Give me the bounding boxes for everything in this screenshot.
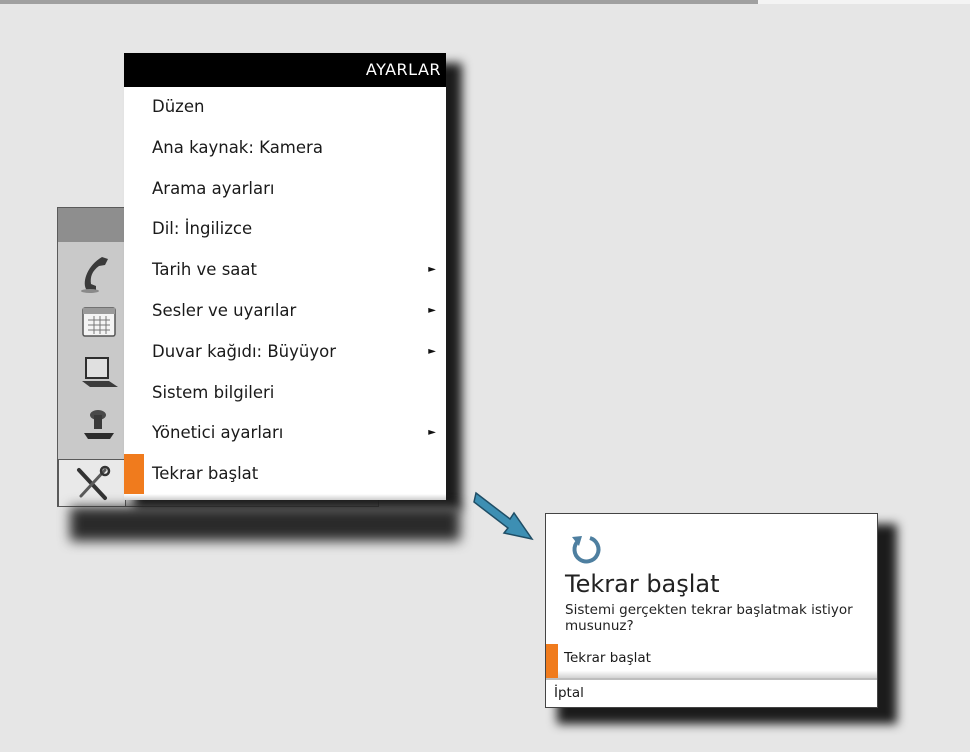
submenu-arrow-icon: ► [428,345,436,357]
dialog-title: Tekrar başlat [565,570,720,598]
menu-item-label: Tarih ve saat [152,260,257,280]
menu-item[interactable]: Duvar kağıdı: Büyüyor ► [124,332,446,373]
menu-item[interactable]: Düzen [124,87,446,128]
cancel-button[interactable]: İptal [546,680,877,707]
menu-item[interactable]: Tarih ve saat ► [124,250,446,291]
menu-item[interactable]: Ana kaynak: Kamera [124,128,446,169]
restart-icon [572,536,601,564]
arrow-pointer-icon [473,491,534,541]
menu-item-label: Arama ayarları [152,178,275,198]
calendar-icon[interactable] [76,300,124,344]
menu-item-label: Yönetici ayarları [152,423,284,443]
menu-item[interactable]: Dil: İngilizce [124,209,446,250]
rail-settings-tab[interactable] [58,459,126,507]
rail-shadow [70,507,460,541]
menu-item-label: Sesler ve uyarılar [152,300,297,320]
top-bar [0,0,758,4]
menu-item[interactable]: Sistem bilgileri [124,373,446,414]
menu-item-label: Duvar kağıdı: Büyüyor [152,341,337,361]
menu-item[interactable]: Sesler ve uyarılar ► [124,291,446,332]
menu-item[interactable]: Arama ayarları [124,169,446,210]
desktop-background: AYARLAR Düzen Ana kaynak: Kamera Arama aya… [0,0,970,752]
laptop-icon[interactable] [76,351,124,395]
top-bar-end [758,0,970,4]
submenu-arrow-icon: ► [428,264,436,276]
menu-bottom-edge [124,494,446,500]
restart-dialog: Tekrar başlat Sistemi gerçekten tekrar b… [545,513,878,708]
menu-item-label: Düzen [152,97,205,116]
menu-item-label: Dil: İngilizce [152,219,253,239]
menu-item-label: Ana kaynak: Kamera [152,137,323,157]
menu-item[interactable]: Yönetici ayarları ► [124,413,446,454]
tools-icon [77,465,111,500]
menu-list: Düzen Ana kaynak: Kamera Arama ayarları Dil… [124,87,446,495]
confirm-restart-button[interactable]: Tekrar başlat [546,644,877,678]
settings-menu: AYARLAR Düzen Ana kaynak: Kamera Arama aya… [124,53,446,500]
submenu-arrow-icon: ► [428,427,436,439]
dialog-message: Sistemi gerçekten tekrar başlatmak istiy… [565,602,853,634]
menu-title: AYARLAR [124,53,446,87]
submenu-arrow-icon: ► [428,304,436,316]
phone-icon[interactable] [76,251,124,295]
menu-item-label: Sistem bilgileri [152,382,275,402]
camera-icon[interactable] [76,401,124,445]
menu-item-label: Tekrar başlat [152,464,259,484]
menu-item[interactable]: Tekrar başlat [124,454,446,495]
